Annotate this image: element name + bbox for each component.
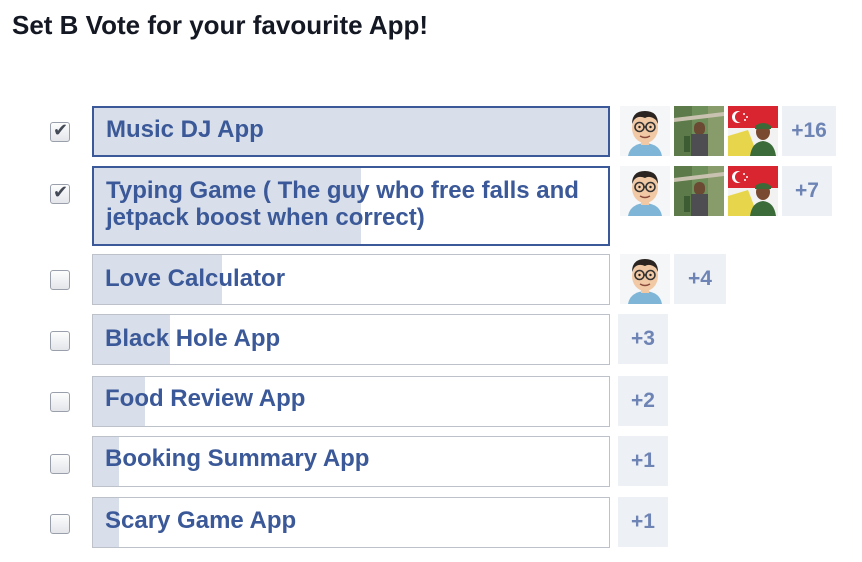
option-bar[interactable]: Booking Summary App — [92, 436, 610, 487]
option-bar[interactable]: Typing Game ( The guy who free falls and… — [92, 166, 610, 246]
poll-option: Food Review App +2 — [0, 376, 862, 428]
more-voters-button[interactable]: +1 — [618, 497, 668, 547]
avatar-outdoor[interactable] — [674, 166, 724, 216]
option-checkbox[interactable] — [50, 392, 70, 412]
option-label: Music DJ App — [106, 116, 264, 143]
option-bar[interactable]: Music DJ App — [92, 106, 610, 157]
avatar-flag[interactable] — [728, 106, 778, 156]
option-label: Typing Game ( The guy who free falls and… — [106, 177, 579, 231]
voter-list: +1 — [618, 497, 668, 547]
option-bar[interactable]: Scary Game App — [92, 497, 610, 548]
poll-option: Scary Game App +1 — [0, 497, 862, 549]
voter-list: +2 — [618, 376, 668, 426]
avatar-outdoor[interactable] — [674, 106, 724, 156]
more-voters-button[interactable]: +16 — [782, 106, 836, 156]
voter-list: +7 — [620, 166, 832, 216]
avatar-flag[interactable] — [728, 166, 778, 216]
poll-option: ✔ Music DJ App +16 — [0, 106, 862, 158]
option-checkbox[interactable] — [50, 270, 70, 290]
option-checkbox[interactable]: ✔ — [50, 120, 70, 142]
option-checkbox[interactable]: ✔ — [50, 182, 70, 204]
voter-list: +16 — [620, 106, 836, 156]
voter-list: +1 — [618, 436, 668, 486]
option-checkbox[interactable] — [50, 454, 70, 474]
option-label: Food Review App — [105, 385, 306, 412]
more-voters-button[interactable]: +2 — [618, 376, 668, 426]
poll-option: Booking Summary App +1 — [0, 436, 862, 488]
option-label: Love Calculator — [105, 265, 286, 292]
poll-option: ✔ Typing Game ( The guy who free falls a… — [0, 166, 862, 246]
option-bar[interactable]: Black Hole App — [92, 314, 610, 365]
more-voters-button[interactable]: +7 — [782, 166, 832, 216]
option-checkbox[interactable] — [50, 514, 70, 534]
option-label: Black Hole App — [105, 325, 281, 352]
avatar-cartoon[interactable] — [620, 254, 670, 304]
option-label: Scary Game App — [105, 507, 297, 534]
more-voters-button[interactable]: +3 — [618, 314, 668, 364]
checkmark-icon: ✔ — [53, 182, 69, 202]
option-bar[interactable]: Love Calculator — [92, 254, 610, 305]
page-title: Set B Vote for your favourite App! — [12, 10, 429, 40]
option-checkbox[interactable] — [50, 331, 70, 351]
more-voters-button[interactable]: +4 — [674, 254, 726, 304]
checkmark-icon: ✔ — [53, 120, 69, 140]
avatar-cartoon[interactable] — [620, 166, 670, 216]
option-label: Booking Summary App — [105, 445, 370, 472]
more-voters-button[interactable]: +1 — [618, 436, 668, 486]
avatar-cartoon[interactable] — [620, 106, 670, 156]
voter-list: +3 — [618, 314, 668, 364]
poll-option: Black Hole App +3 — [0, 314, 862, 366]
voter-list: +4 — [620, 254, 726, 304]
poll-option: Love Calculator +4 — [0, 254, 862, 306]
option-bar[interactable]: Food Review App — [92, 376, 610, 427]
